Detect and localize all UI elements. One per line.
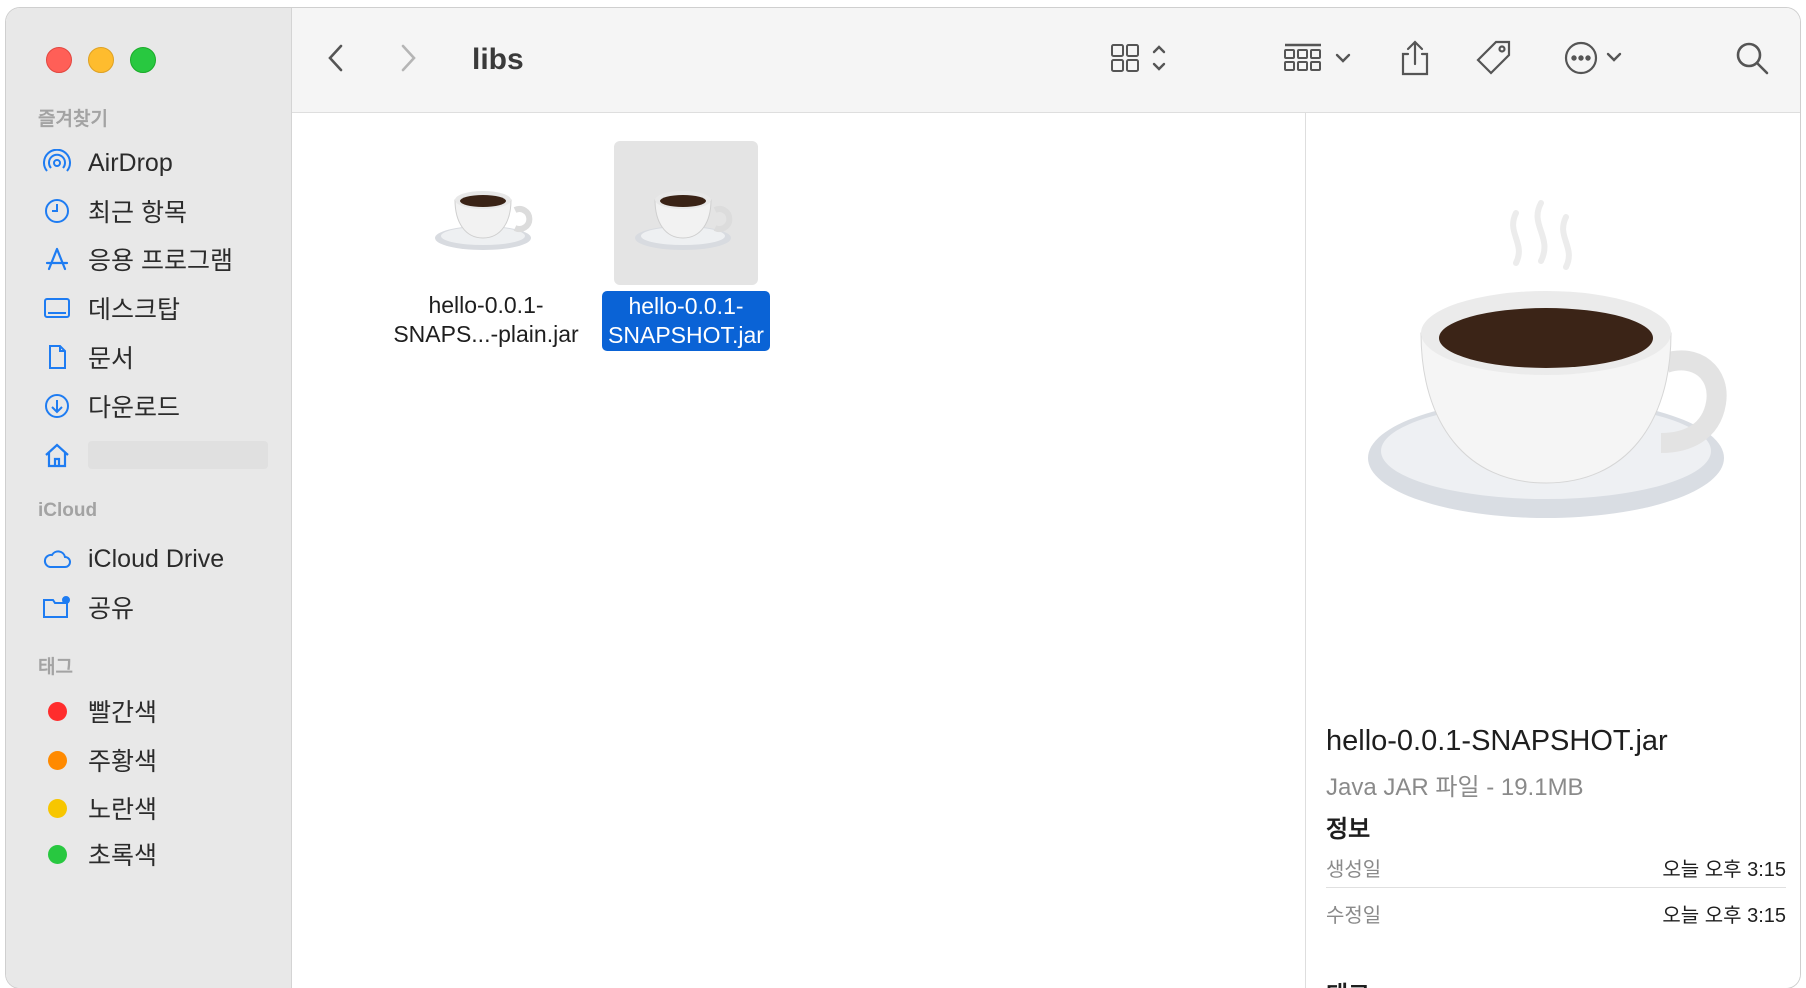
sidebar-item-label: 빨간색	[88, 699, 158, 727]
zoom-window-button[interactable]	[130, 47, 156, 73]
ellipsis-circle-icon	[1562, 38, 1634, 83]
created-row: 생성일 오늘 오후 3:15	[1326, 853, 1786, 882]
document-icon	[42, 342, 72, 372]
sidebar-item-label: 응용 프로그램	[88, 247, 233, 275]
sidebar-item-label: iCloud Drive	[88, 544, 225, 573]
sidebar-item-desktop[interactable]: 데스크탑	[42, 288, 272, 328]
sidebar: 즐겨찾기 AirDrop 최근 항목 응용 프로그램 데스크탑 문서 다운로드 …	[6, 8, 292, 988]
tags-section-title: 태그	[38, 657, 73, 678]
toolbar: libs	[292, 8, 1800, 113]
file-name-line1: hello-0.0.1-	[428, 292, 544, 318]
sidebar-item-icloud-drive[interactable]: iCloud Drive	[42, 539, 272, 579]
file-name-line2: SNAPSHOT.jar	[608, 322, 764, 348]
shared-folder-icon	[42, 592, 72, 622]
clock-icon	[42, 196, 72, 226]
sidebar-tag-orange[interactable]: 주황색	[42, 740, 272, 780]
preview-info-title: 정보	[1326, 816, 1371, 843]
sidebar-item-label: 노란색	[88, 796, 158, 824]
java-cup-icon	[614, 141, 758, 285]
sidebar-item-label: 문서	[88, 345, 135, 373]
tag-dot-red	[47, 701, 67, 721]
icloud-section-title: iCloud	[38, 500, 98, 521]
preview-pane: hello-0.0.1-SNAPSHOT.jar Java JAR 파일 - 1…	[1305, 113, 1800, 988]
airdrop-icon	[42, 148, 72, 178]
chevron-right-icon	[392, 40, 422, 81]
desktop-icon	[42, 293, 72, 323]
file-name-line1: hello-0.0.1-	[628, 293, 744, 319]
sidebar-tag-red[interactable]: 빨간색	[42, 691, 272, 731]
sidebar-item-label: 다운로드	[88, 394, 181, 422]
created-label: 생성일	[1326, 859, 1382, 881]
group-button[interactable]	[1282, 38, 1358, 82]
preview-file-name: hello-0.0.1-SNAPSHOT.jar	[1326, 725, 1668, 757]
sidebar-tag-green[interactable]: 초록색	[42, 834, 272, 874]
share-icon	[1397, 38, 1433, 83]
cloud-icon	[42, 544, 72, 574]
back-button[interactable]	[322, 38, 352, 82]
java-cup-icon	[414, 141, 558, 285]
applications-icon	[42, 244, 72, 274]
tag-icon	[1474, 38, 1514, 83]
finder-window: 즐겨찾기 AirDrop 최근 항목 응용 프로그램 데스크탑 문서 다운로드 …	[6, 8, 1800, 988]
preview-tags-title: 태그	[1326, 975, 1370, 988]
chevron-left-icon	[322, 40, 352, 81]
sidebar-item-label: AirDrop	[88, 148, 173, 177]
close-window-button[interactable]	[46, 47, 72, 73]
modified-row: 수정일 오늘 오후 3:15	[1326, 899, 1786, 928]
file-name-line2: SNAPS...-plain.jar	[393, 321, 579, 347]
minimize-window-button[interactable]	[88, 47, 114, 73]
sidebar-item-downloads[interactable]: 다운로드	[42, 386, 272, 426]
grid-view-icon	[1108, 40, 1178, 81]
share-button[interactable]	[1397, 38, 1433, 82]
sidebar-item-label	[88, 441, 268, 469]
tag-button[interactable]	[1474, 38, 1514, 82]
file-name-selected: hello-0.0.1- SNAPSHOT.jar	[602, 291, 770, 351]
favorites-section-title: 즐겨찾기	[38, 109, 108, 130]
sidebar-item-label: 초록색	[88, 842, 158, 870]
forward-button[interactable]	[392, 38, 422, 82]
modified-label: 수정일	[1326, 905, 1382, 927]
window-controls	[46, 47, 156, 73]
sidebar-item-documents[interactable]: 문서	[42, 337, 272, 377]
search-icon	[1732, 38, 1772, 83]
sidebar-item-recents[interactable]: 최근 항목	[42, 191, 272, 231]
window-title: libs	[472, 43, 524, 76]
preview-file-type: Java JAR 파일 - 19.1MB	[1326, 774, 1584, 801]
java-cup-icon	[1366, 173, 1736, 538]
sidebar-item-label: 공유	[88, 595, 135, 623]
sidebar-item-airdrop[interactable]: AirDrop	[42, 143, 272, 183]
view-mode-button[interactable]	[1108, 38, 1178, 82]
sidebar-tag-yellow[interactable]: 노란색	[42, 788, 272, 828]
group-icon	[1282, 40, 1358, 81]
more-actions-button[interactable]	[1562, 38, 1634, 82]
download-icon	[42, 391, 72, 421]
file-item[interactable]: hello-0.0.1- SNAPS...-plain.jar	[386, 141, 586, 349]
sidebar-item-applications[interactable]: 응용 프로그램	[42, 239, 272, 279]
created-value: 오늘 오후 3:15	[1662, 859, 1786, 881]
search-button[interactable]	[1732, 38, 1772, 82]
sidebar-item-label: 주황색	[88, 748, 158, 776]
file-item-selected[interactable]: hello-0.0.1- SNAPSHOT.jar	[586, 141, 786, 351]
sidebar-item-home[interactable]	[42, 435, 272, 475]
sidebar-item-label: 데스크탑	[88, 296, 181, 324]
file-browser: hello-0.0.1- SNAPS...-plain.jar hello-0.…	[292, 113, 1304, 988]
tag-dot-green	[47, 844, 67, 864]
sidebar-item-shared[interactable]: 공유	[42, 587, 272, 627]
divider	[1326, 887, 1786, 888]
home-icon	[42, 440, 72, 470]
modified-value: 오늘 오후 3:15	[1662, 905, 1786, 927]
sidebar-item-label: 최근 항목	[88, 199, 187, 227]
tag-dot-orange	[47, 750, 67, 770]
tag-dot-yellow	[47, 798, 67, 818]
